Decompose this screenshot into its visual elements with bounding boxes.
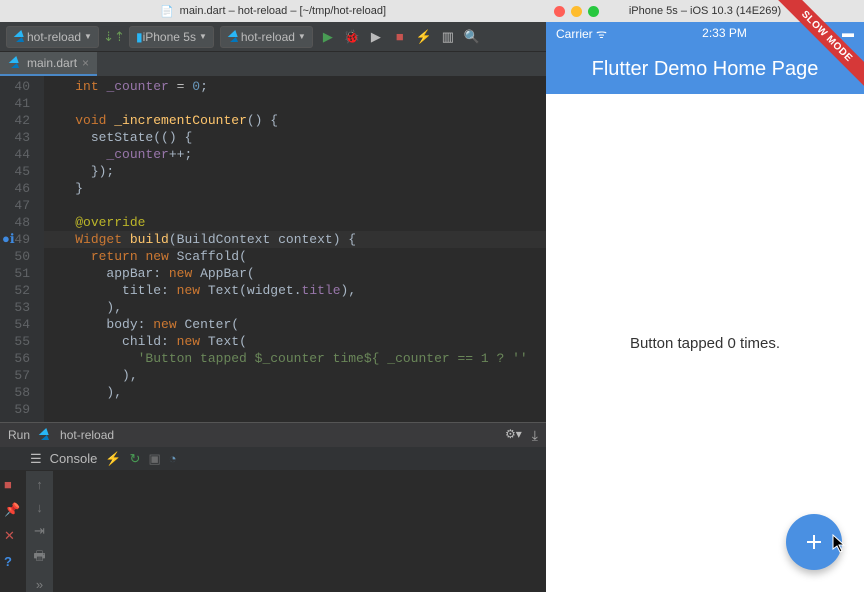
flutter-app-bar: Flutter Demo Home Page [546,44,864,94]
ide-title-icon: 📄 [160,5,174,18]
run-button[interactable]: ▶ [319,28,337,46]
body-text: Button tapped 0 times. [630,335,780,352]
phone-screen: Carrier ᯤ 2:33 PM ▬ SLOW MODE Flutter De… [546,22,864,592]
split-icon[interactable]: ▥ [439,28,457,46]
code-area[interactable]: int _counter = 0; void _incrementCounter… [44,76,546,422]
help-icon[interactable]: ? [4,554,22,569]
wifi-icon: ᯤ [596,27,607,41]
pin-icon[interactable]: 📌 [4,502,22,518]
console-body: ■ 📌 ✕ ? ↑ ↓ ⇥ 🖶 » [0,471,546,592]
console-tab-row: ☰ Console ⚡ ↻ ▣ ◔ [0,447,546,471]
ide-title-bar: 📄 main.dart – hot-reload – [~/tmp/hot-re… [0,0,546,22]
ide-title-text: main.dart – hot-reload – [~/tmp/hot-relo… [180,5,386,17]
run-config-label: hot-reload [241,30,295,44]
phone-icon: ▮ [136,30,143,44]
open-devtools-icon[interactable]: ▣ [148,451,160,467]
chevron-down-icon: ▼ [199,32,207,41]
hot-reload-icon[interactable]: ⚡ [105,451,121,467]
stop-icon[interactable]: ■ [4,477,22,492]
project-chip-label: hot-reload [27,30,81,44]
stop-button[interactable]: ■ [391,28,409,46]
project-chip[interactable]: hot-reload ▼ [6,26,99,48]
ide-window: 📄 main.dart – hot-reload – [~/tmp/hot-re… [0,0,546,592]
device-chip[interactable]: ▮ iPhone 5s ▼ [129,26,214,48]
run-side-icons: ■ 📌 ✕ ? [0,471,26,592]
file-tab-label: main.dart [27,56,77,70]
console-output [54,471,546,592]
chevron-down-icon: ▼ [84,32,92,41]
run-config-chip[interactable]: hot-reload ▼ [220,26,313,48]
debug-button[interactable]: 🐞 [343,28,361,46]
wrap-icon[interactable]: ⇥ [34,523,45,539]
mouse-cursor-icon [832,534,848,559]
zoom-window-icon[interactable] [588,6,599,17]
restart-icon[interactable]: ↻ [130,451,141,467]
print-icon[interactable]: 🖶 [33,547,45,569]
close-window-icon[interactable] [554,6,565,17]
simulator-window: iPhone 5s – iOS 10.3 (14E269) Carrier ᯤ … [546,0,864,592]
file-tab-main[interactable]: main.dart × [0,52,97,76]
clock-label: 2:33 PM [702,26,747,40]
up-icon[interactable]: ↑ [36,477,43,492]
battery-icon: ▬ [842,26,854,40]
coverage-button[interactable]: ▶ [367,28,385,46]
down-icon[interactable]: ↓ [36,500,43,515]
expand-icon[interactable]: » [36,577,43,592]
simulator-title-text: iPhone 5s – iOS 10.3 (14E269) [629,5,781,17]
download-icon[interactable]: ⤓ [532,427,538,444]
flutter-logo-icon [13,30,27,44]
ide-toolbar: hot-reload ▼ ⇣⇡ ▮ iPhone 5s ▼ hot-reload… [0,22,546,52]
run-tab-config: hot-reload [60,428,114,442]
dart-file-icon [8,56,22,70]
app-bar-title: Flutter Demo Home Page [592,58,819,81]
timeline-icon[interactable]: ◔ [169,451,177,466]
flutter-logo-icon [38,428,52,442]
gear-icon[interactable]: ⚙︎▾ [505,427,522,444]
file-tab-row: main.dart × [0,52,546,76]
run-panel-header: Run hot-reload ⚙︎▾ ⤓ [0,423,546,447]
console-toolbar: ↑ ↓ ⇥ 🖶 » [26,471,54,592]
run-panel: Run hot-reload ⚙︎▾ ⤓ ☰ Console ⚡ ↻ ▣ ◔ ■… [0,422,546,592]
plus-icon [802,530,826,554]
structure-icon[interactable]: ⇣⇡ [105,28,123,46]
device-chip-label: iPhone 5s [143,30,196,44]
close-icon[interactable]: × [82,56,89,70]
minimize-window-icon[interactable] [571,6,582,17]
code-editor[interactable]: 404142434445464748●ℹ49505152535455565758… [0,76,546,422]
traffic-lights [554,6,599,17]
run-tab-label: Run [8,428,30,442]
chevron-down-icon: ▼ [298,32,306,41]
flutter-logo-icon [227,30,241,44]
line-gutter: 404142434445464748●ℹ49505152535455565758… [0,76,44,422]
search-icon[interactable]: 🔍 [463,28,481,46]
threads-icon[interactable]: ☰ [30,451,42,467]
close-icon[interactable]: ✕ [4,528,22,544]
hot-reload-button[interactable]: ⚡ [415,28,433,46]
console-tab[interactable]: Console [50,451,98,466]
carrier-label: Carrier ᯤ [556,25,607,42]
